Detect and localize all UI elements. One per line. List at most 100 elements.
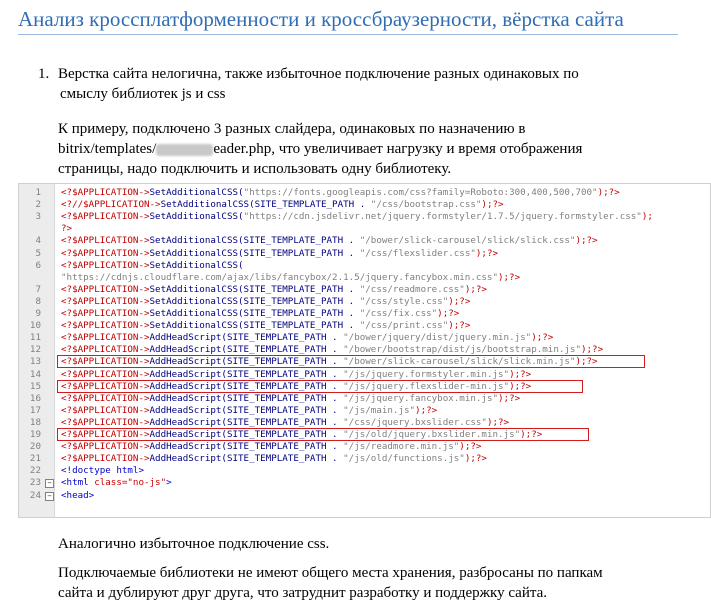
code-line: <head>	[61, 490, 94, 501]
highlight-box	[57, 428, 589, 441]
code-line: <?$APPLICATION->AddHeadScript(SITE_TEMPL…	[61, 453, 487, 464]
code-token: "/js/jquery.fancybox.min.js"	[343, 392, 499, 404]
code-line: <?$APPLICATION->AddHeadScript(SITE_TEMPL…	[61, 369, 531, 380]
code-token: "https://cdn.jsdelivr.net/jquery.formsty…	[243, 211, 642, 223]
paragraph-css: Аналогично избыточное подключение css.	[58, 536, 330, 552]
code-line: "https://cdnjs.cloudflare.com/ajax/libs/…	[61, 272, 520, 283]
code-token: <?$APPLICATION->	[61, 211, 150, 223]
code-token: <?$APPLICATION->	[61, 259, 150, 271]
code-line: <?$APPLICATION->SetAdditionalCSS(SITE_TE…	[61, 235, 598, 246]
code-token: <?$APPLICATION->	[61, 332, 150, 344]
line-number: 1	[35, 187, 41, 198]
code-token: "/css/readmore.css"	[359, 283, 465, 295]
code-token: SetAdditionalCSS(	[149, 211, 244, 223]
code-token: class="no-js"	[94, 477, 167, 489]
code-token: <?$APPLICATION->	[61, 247, 150, 259]
code-token: >	[166, 477, 172, 489]
code-token: );?>	[415, 404, 438, 416]
code-line: <?$APPLICATION->SetAdditionalCSS(SITE_TE…	[61, 320, 470, 331]
code-token: SetAdditionalCSS(SITE_TEMPLATE_PATH .	[149, 295, 360, 307]
code-token: <?$APPLICATION->	[61, 235, 150, 247]
line-number: 22	[29, 465, 41, 477]
line-number: 20	[29, 441, 41, 453]
line-number: 19	[29, 429, 41, 440]
code-token: "https://cdnjs.cloudflare.com/ajax/libs/…	[61, 271, 498, 283]
code-token: <html	[61, 477, 95, 489]
code-token: <?$APPLICATION->	[61, 308, 150, 319]
code-token: <?$APPLICATION->	[61, 187, 150, 198]
code-token: );?>	[437, 308, 460, 319]
line-number: 3	[35, 211, 41, 223]
code-token: );?>	[448, 295, 471, 307]
line-number: 7	[35, 283, 41, 295]
highlight-box	[57, 379, 583, 393]
code-token: );?>	[481, 199, 504, 211]
code-token: "/css/print.css"	[359, 320, 449, 332]
line-number: 23	[29, 477, 41, 489]
line-number: 5	[35, 247, 41, 259]
path-file: eader.php	[213, 141, 272, 157]
code-token: );?>	[531, 332, 554, 344]
line-number: 15	[29, 380, 41, 392]
code-line: <?$APPLICATION->AddHeadScript(SITE_TEMPL…	[61, 332, 553, 343]
code-line: <?$APPLICATION->AddHeadScript(SITE_TEMPL…	[61, 417, 509, 428]
code-line: <?$APPLICATION->AddHeadScript(SITE_TEMPL…	[61, 441, 481, 452]
paragraph-line-3: страницы, надо подключить и использовать…	[58, 161, 452, 177]
code-line: <?//$APPLICATION->SetAdditionalCSS(SITE_…	[61, 199, 504, 210]
paragraph-line-2-tail: , что увеличивает нагрузку и время отобр…	[271, 141, 583, 157]
code-line: <?$APPLICATION->SetAdditionalCSS(SITE_TE…	[61, 248, 498, 259]
line-number: 10	[29, 320, 41, 332]
code-token: AddHeadScript(SITE_TEMPLATE_PATH .	[149, 453, 344, 465]
code-token: "/css/fix.css"	[359, 308, 438, 319]
code-line: <?$APPLICATION->SetAdditionalCSS(	[61, 260, 244, 271]
line-number: 9	[35, 308, 41, 319]
code-token: "https://fonts.googleapis.com/css?family…	[243, 187, 598, 198]
line-number: 11	[29, 332, 41, 344]
paragraph-example: К примеру, подключено 3 разных слайдера,…	[58, 119, 658, 179]
highlight-box	[57, 355, 645, 369]
code-token: <?$APPLICATION->	[61, 344, 150, 356]
code-token: AddHeadScript(SITE_TEMPLATE_PATH .	[149, 332, 344, 344]
code-token: SetAdditionalCSS(SITE_TEMPLATE_PATH .	[160, 199, 371, 211]
code-token: ?>	[61, 223, 73, 235]
code-line: <?$APPLICATION->SetAdditionalCSS("https:…	[61, 187, 620, 198]
code-token: "/bower/bootstrap/dist/js/bootstrap.min.…	[343, 344, 581, 356]
list-text-line-2: смыслу библиотек js и css	[60, 86, 226, 102]
code-token: SetAdditionalCSS(SITE_TEMPLATE_PATH .	[149, 308, 360, 319]
code-token: );?>	[464, 453, 487, 465]
code-token: );?>	[448, 320, 471, 332]
code-token: <?$APPLICATION->	[61, 441, 150, 453]
code-line: <html class="no-js">	[61, 477, 172, 488]
code-token: );?>	[464, 283, 487, 295]
code-token: );?>	[486, 416, 510, 428]
code-token: "/css/jquery.bxslider.css"	[343, 416, 487, 428]
code-token: <?$APPLICATION->	[61, 416, 150, 428]
code-token: );?>	[509, 368, 532, 380]
list-text-line-1: Верстка сайта нелогична, также избыточно…	[58, 66, 579, 82]
code-token: SetAdditionalCSS(SITE_TEMPLATE_PATH .	[149, 283, 360, 295]
code-token: SetAdditionalCSS(SITE_TEMPLATE_PATH .	[149, 235, 360, 247]
code-token: "/js/jquery.formstyler.min.js"	[343, 368, 510, 380]
code-token: <?//$APPLICATION->	[61, 199, 161, 211]
redacted-blur	[156, 143, 214, 156]
section-heading: Анализ кроссплатформенности и кроссбрауз…	[18, 4, 678, 35]
code-line: <?$APPLICATION->AddHeadScript(SITE_TEMPL…	[61, 393, 520, 404]
fold-toggle-icon[interactable]: −	[45, 491, 54, 501]
code-token: "/js/old/functions.js"	[343, 453, 465, 465]
paragraph-line-1: Подключаемые библиотеки не имеют общего …	[58, 565, 603, 581]
fold-toggle-icon[interactable]: −	[45, 479, 54, 489]
code-token: <?$APPLICATION->	[61, 392, 150, 404]
line-number: 17	[29, 404, 41, 416]
code-line: <?$APPLICATION->SetAdditionalCSS(SITE_TE…	[61, 308, 459, 319]
paragraph-line-2: bitrix/templates/eader.php, что увеличив…	[58, 139, 658, 159]
code-token: <?$APPLICATION->	[61, 453, 150, 465]
code-token: SetAdditionalCSS(SITE_TEMPLATE_PATH .	[149, 320, 360, 332]
code-token: <?$APPLICATION->	[61, 320, 150, 332]
code-token: SetAdditionalCSS(	[149, 259, 244, 271]
line-number: 24	[29, 489, 41, 501]
line-number: 2	[35, 199, 41, 211]
paragraph-line-1: К примеру, подключено 3 разных слайдера,…	[58, 121, 526, 137]
line-number: 21	[29, 453, 41, 465]
code-token: AddHeadScript(SITE_TEMPLATE_PATH .	[149, 416, 344, 428]
code-token: <!doctype html>	[61, 465, 144, 477]
